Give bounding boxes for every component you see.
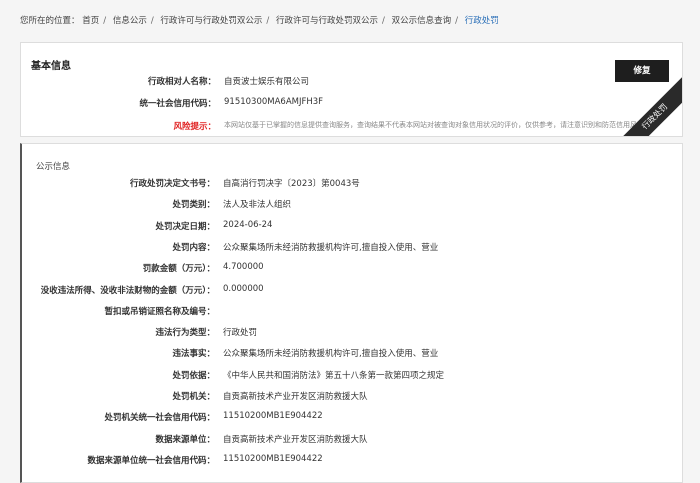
info-row: 数据来源单位统一社会信用代码： 11510200MB1E904422 — [22, 453, 323, 466]
info-row: 行政处罚决定文书号： 自高消行罚决字〔2023〕第0043号 — [22, 177, 360, 189]
row-label: 统一社会信用代码： — [139, 99, 216, 109]
info-row: 处罚类别： 法人及非法人组织 — [22, 198, 291, 210]
row-label: 行政相对人名称： — [147, 77, 216, 87]
public-info-title: 公示信息 — [36, 162, 71, 172]
row-label: 处罚机关统一社会信用代码： — [104, 413, 215, 424]
public-info-card: 公示信息 行政处罚决定文书号： 自高消行罚决字〔2023〕第0043号处罚类别： 法… — [20, 143, 683, 483]
info-row: 处罚内容： 公众聚集场所未经消防救援机构许可,擅自投入使用、营业 — [22, 241, 438, 253]
info-row: 处罚依据： 《中华人民共和国消防法》第五十八条第一款第四项之规定 — [22, 369, 444, 381]
info-row: 暂扣或吊销证照名称及编号： — [22, 305, 223, 317]
row-value: 公众聚集场所未经消防救援机构许可,擅自投入使用、营业 — [223, 242, 439, 253]
row-label: 罚款金额（万元）： — [142, 264, 215, 275]
row-label: 数据来源单位统一社会信用代码： — [87, 455, 215, 466]
info-row: 行政相对人名称： 自贡波士娱乐有限公司 — [21, 75, 309, 87]
row-label: 行政处罚决定文书号： — [129, 179, 215, 189]
row-label: 处罚决定日期： — [155, 221, 215, 232]
risk-text: 本网站仅基于已掌握的信息提供查询服务，查询结果不代表本网站对被查询对象信用状况的… — [224, 121, 644, 129]
row-value: 11510200MB1E904422 — [223, 453, 323, 464]
row-value: 公众聚集场所未经消防救援机构许可,擅自投入使用、营业 — [223, 349, 439, 360]
breadcrumb-double-public[interactable]: 行政许可与行政处罚双公示 — [160, 16, 262, 26]
info-row: 数据来源单位： 自贡高新技术产业开发区消防救援大队 — [22, 433, 368, 445]
breadcrumb-double-public-2[interactable]: 行政许可与行政处罚双公示 — [276, 16, 378, 26]
breadcrumb-prefix: 您所在的位置： — [20, 16, 80, 26]
row-label: 数据来源单位： — [155, 434, 215, 445]
row-value: 自贡波士娱乐有限公司 — [224, 77, 310, 87]
breadcrumb-query[interactable]: 双公示信息查询 — [392, 16, 452, 26]
row-label: 处罚机关： — [172, 392, 215, 402]
breadcrumb-separator: / — [266, 16, 270, 26]
risk-notice: 风险提示： 本网站仅基于已掌握的信息提供查询服务，查询结果不代表本网站对被查询对… — [21, 120, 644, 132]
breadcrumb-separator: / — [455, 16, 458, 26]
risk-label: 风险提示： — [173, 122, 216, 132]
row-value: 行政处罚 — [223, 328, 258, 339]
basic-info-card: 基本信息 修复 行政相对人名称： 自贡波士娱乐有限公司 统一社会信用代码： 91… — [20, 42, 683, 137]
info-row: 没收违法所得、没收非法财物的金额（万元）： 0.000000 — [22, 284, 264, 296]
row-label: 暂扣或吊销证照名称及编号： — [104, 306, 215, 317]
basic-info-title: 基本信息 — [31, 61, 71, 72]
info-row: 处罚机关统一社会信用代码： 11510200MB1E904422 — [22, 411, 323, 424]
row-value: 0.000000 — [223, 283, 264, 294]
info-row: 违法行为类型： 行政处罚 — [22, 326, 257, 338]
breadcrumb-separator: / — [103, 16, 107, 26]
breadcrumb-separator: / — [382, 16, 385, 26]
row-value: 《中华人民共和国消防法》第五十八条第一款第四项之规定 — [223, 370, 445, 381]
row-value: 自高消行罚决字〔2023〕第0043号 — [223, 179, 360, 189]
row-label: 违法事实： — [172, 349, 215, 360]
breadcrumb-current: 行政处罚 — [464, 16, 499, 26]
row-label: 处罚内容： — [172, 242, 215, 253]
info-row: 统一社会信用代码： 91510300MA6AMJFH3F — [21, 97, 323, 109]
info-row: 处罚决定日期： 2024-06-24 — [22, 220, 272, 232]
breadcrumb-separator: / — [150, 16, 154, 26]
breadcrumb: 您所在的位置： 首页 / 信息公示 / 行政许可与行政处罚双公示 / 行政许可与行政处… — [20, 14, 499, 26]
info-row: 罚款金额（万元）： 4.700000 — [22, 262, 264, 274]
row-value: 法人及非法人组织 — [223, 200, 292, 211]
row-label: 处罚依据： — [172, 370, 215, 381]
row-label: 处罚类别： — [172, 200, 215, 211]
fix-button[interactable]: 修复 — [615, 60, 669, 82]
row-label: 没收违法所得、没收非法财物的金额（万元）： — [40, 285, 215, 296]
info-row: 违法事实： 公众聚集场所未经消防救援机构许可,擅自投入使用、营业 — [22, 347, 438, 359]
info-row: 处罚机关： 自贡高新技术产业开发区消防救援大队 — [22, 390, 368, 402]
row-value: 2024-06-24 — [223, 219, 273, 230]
row-label: 违法行为类型： — [155, 328, 215, 339]
row-value: 自贡高新技术产业开发区消防救援大队 — [223, 392, 368, 402]
row-value: 自贡高新技术产业开发区消防救援大队 — [223, 434, 368, 445]
row-value: 91510300MA6AMJFH3F — [224, 97, 324, 107]
breadcrumb-info-public[interactable]: 信息公示 — [113, 16, 147, 26]
row-value: 11510200MB1E904422 — [223, 411, 323, 422]
row-value: 4.700000 — [223, 262, 264, 273]
breadcrumb-home[interactable]: 首页 — [82, 16, 99, 26]
